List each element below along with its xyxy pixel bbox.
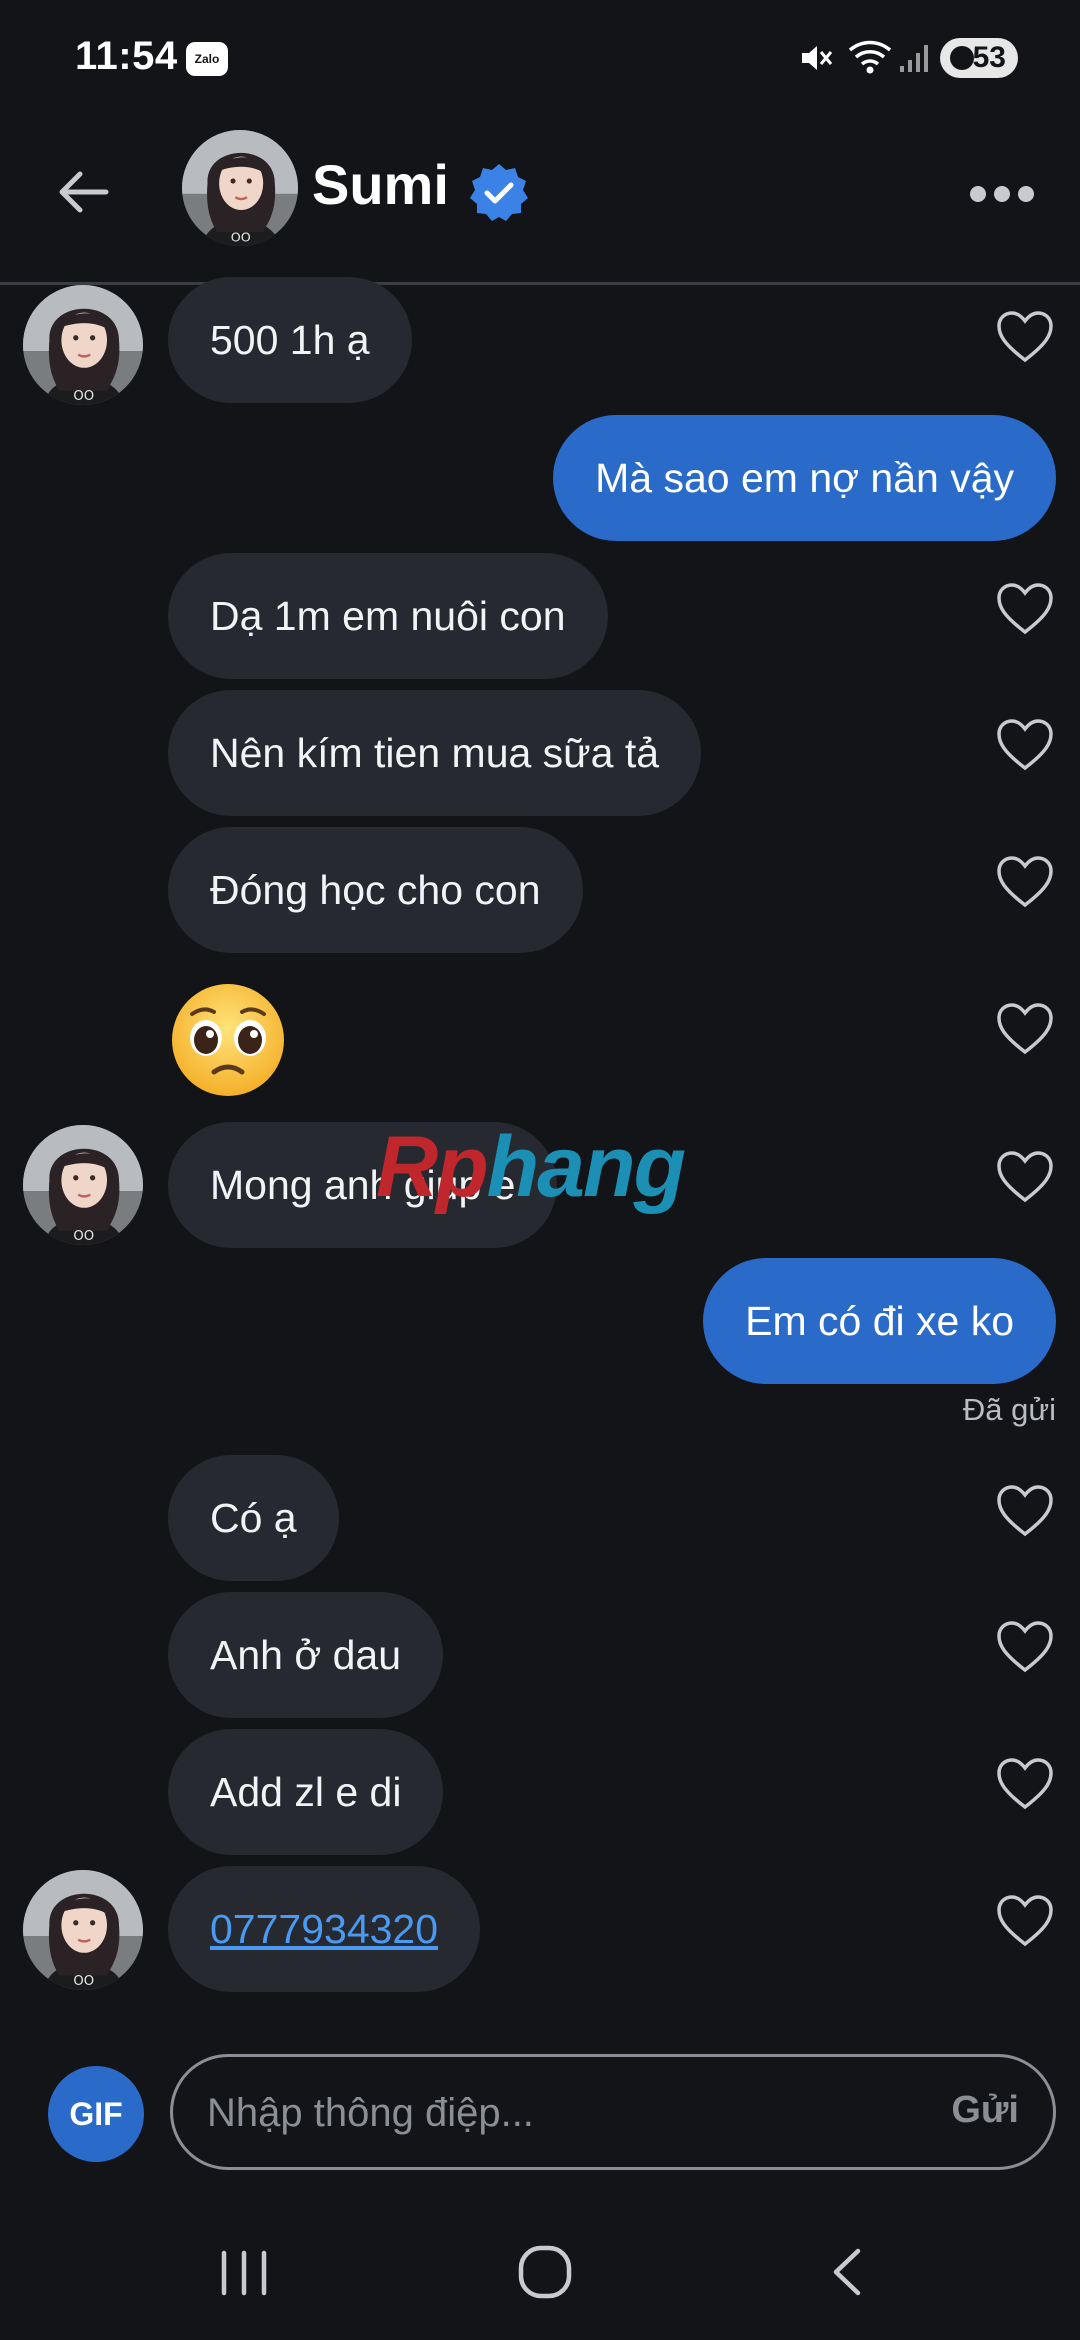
recent-apps-icon[interactable] [218, 2247, 270, 2299]
message-input[interactable]: Nhập thông điệp... Gửi [170, 2054, 1056, 2170]
heart-icon[interactable] [996, 1620, 1054, 1674]
contact-name[interactable]: Sumi [312, 152, 449, 217]
heart-icon[interactable] [996, 1894, 1054, 1948]
status-time: 11:54 [75, 34, 178, 78]
sent-status: Đã gửi [962, 1392, 1056, 1427]
sender-avatar[interactable] [23, 1125, 143, 1245]
back-button[interactable] [48, 156, 120, 228]
message-bubble-incoming[interactable]: Nên kím tien mua sữa tả [168, 690, 702, 816]
verified-badge-icon [470, 164, 528, 221]
pleading-face-emoji[interactable] [168, 980, 288, 1100]
chat-header: Sumi [0, 110, 1080, 285]
heart-icon[interactable] [996, 582, 1054, 636]
watermark-logo: Rphang [376, 1118, 686, 1218]
message-placeholder: Nhập thông điệp... [207, 2091, 534, 2135]
message-bubble-incoming[interactable]: 500 1h ạ [168, 277, 412, 403]
signal-icon [900, 45, 928, 72]
message-bubble-incoming[interactable]: Anh ở dau [168, 1592, 444, 1718]
arrow-left-icon [59, 171, 109, 213]
message-bubble-incoming[interactable]: Dạ 1m em nuôi con [168, 553, 608, 679]
watermark-part2: hang [486, 1119, 686, 1215]
message-bubble-incoming[interactable]: Có ạ [168, 1455, 339, 1581]
battery-indicator: 53 [940, 38, 1018, 78]
sender-avatar[interactable] [23, 285, 143, 405]
message-bubble-outgoing[interactable]: Em có đi xe ko [703, 1258, 1056, 1384]
phone-number-link[interactable]: 0777934320 [210, 1906, 438, 1952]
status-bar: 11:54 Zalo 53 [0, 0, 1080, 110]
heart-icon[interactable] [996, 718, 1054, 772]
zalo-notification-icon: Zalo [186, 42, 228, 76]
wifi-icon [848, 40, 892, 74]
dot-icon [1018, 186, 1034, 202]
dot-icon [970, 186, 986, 202]
message-bubble-incoming[interactable]: Đóng học cho con [168, 827, 583, 953]
gif-button[interactable]: GIF [48, 2066, 144, 2162]
sender-avatar[interactable] [23, 1870, 143, 1990]
message-bubble-incoming[interactable]: Add zl e di [168, 1729, 444, 1855]
message-bubble-outgoing[interactable]: Mà sao em nợ nần vậy [553, 415, 1056, 541]
dot-icon [994, 186, 1010, 202]
contact-avatar[interactable] [182, 130, 298, 246]
system-navigation-bar [0, 2205, 1080, 2340]
heart-icon[interactable] [996, 1002, 1054, 1056]
battery-saver-icon [950, 46, 974, 70]
send-button[interactable]: Gửi [951, 2089, 1019, 2132]
message-bubble-incoming: 0777934320 [168, 1866, 481, 1992]
watermark-part1: Rp [376, 1119, 489, 1215]
heart-icon[interactable] [996, 1484, 1054, 1538]
heart-icon[interactable] [996, 310, 1054, 364]
heart-icon[interactable] [996, 855, 1054, 909]
mute-icon [802, 46, 833, 70]
more-options-button[interactable] [960, 172, 1044, 216]
battery-level: 53 [972, 41, 1006, 74]
system-back-icon[interactable] [822, 2245, 876, 2299]
heart-icon[interactable] [996, 1150, 1054, 1204]
home-icon[interactable] [516, 2243, 574, 2301]
heart-icon[interactable] [996, 1757, 1054, 1811]
